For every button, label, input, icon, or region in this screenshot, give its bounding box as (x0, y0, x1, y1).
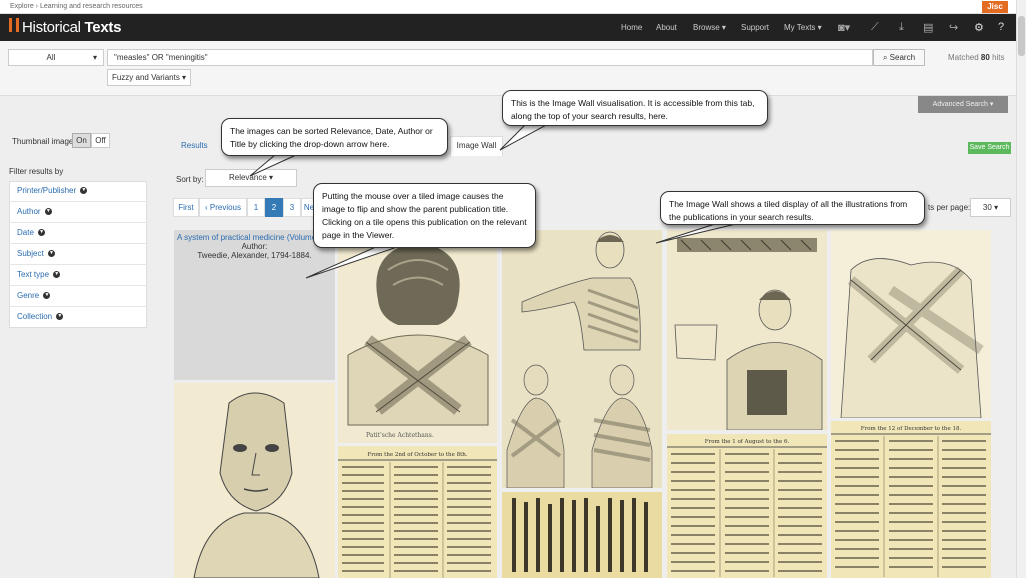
nav-my-texts[interactable]: My Texts ▾ (784, 23, 822, 32)
callout-tiled-display: The Image Wall shows a tiled display of … (660, 191, 925, 225)
download-icon[interactable]: ⤓ (899, 21, 904, 34)
image-tile[interactable] (174, 383, 335, 578)
sort-select[interactable]: Relevance ▾ (205, 169, 297, 187)
chevron-down-icon: ▼ (53, 271, 61, 279)
filter-text-type[interactable]: Text type ▼ (9, 265, 147, 286)
chevron-down-icon: ▼ (43, 292, 51, 300)
engraving-arm-brace (674, 238, 823, 430)
image-tile[interactable] (502, 230, 662, 488)
image-tile[interactable]: From the 1 of August to the 6. (667, 434, 827, 578)
tab-results[interactable]: Results (181, 141, 208, 150)
chevron-down-icon: ▼ (38, 229, 46, 237)
nav-about[interactable]: About (656, 23, 677, 32)
search-icon: ⌕ (882, 53, 890, 62)
ledger-heading: From the 2nd of October to the 8th. (367, 452, 468, 458)
filter-collection[interactable]: Collection ▼ (9, 307, 147, 328)
engraving-back-bandage (347, 242, 489, 426)
search-input[interactable]: "measles" OR "meningitis" (107, 49, 873, 66)
callout-sort: The images can be sorted Relevance, Date… (221, 118, 448, 156)
chevron-down-icon: ▼ (44, 208, 52, 216)
thumbnail-off-toggle[interactable]: Off (91, 133, 110, 148)
thumbnail-on-toggle[interactable]: On (72, 133, 91, 148)
fuzzy-variants-dropdown[interactable]: Fuzzy and Variants ▾ (107, 69, 191, 86)
filter-printer-publisher[interactable]: Printer/Publisher ▼ (9, 181, 147, 202)
image-tile-info[interactable]: A system of practical medicine (Volume 1… (174, 230, 335, 380)
page-3[interactable]: 3 (283, 198, 301, 217)
navbar: Historical Texts Home About Browse ▾ Sup… (0, 14, 1016, 41)
logo-icon (9, 18, 19, 32)
ledger-heading: From the 1 of August to the 6. (704, 439, 790, 445)
page-first[interactable]: First (173, 198, 199, 217)
sort-label: Sort by: (176, 175, 204, 184)
image-tile[interactable]: From the 2nd of October to the 8th. (338, 446, 497, 578)
print-icon[interactable]: ▤ (923, 21, 933, 34)
engraving-bandaged-figures (506, 231, 653, 488)
chevron-down-icon: ▼ (56, 313, 64, 321)
scope-select[interactable]: All ▾ (8, 49, 104, 66)
page-scrollbar[interactable] (1016, 0, 1026, 578)
nav-support[interactable]: Support (741, 23, 769, 32)
filter-date[interactable]: Date ▼ (9, 223, 147, 244)
caret-down-icon: ▾ (92, 53, 97, 62)
ledger-heading: From the 12 of December to the 18. (860, 426, 962, 432)
engraving-shoulder-bandage (840, 258, 984, 418)
image-tile[interactable]: Patit'sche Achtethans. (338, 230, 497, 443)
page-previous[interactable]: ‹ Previous (199, 198, 247, 217)
per-page-label: ts per page: (928, 203, 971, 212)
filter-subject[interactable]: Subject ▼ (9, 244, 147, 265)
matched-count: Matched 80 hits (948, 53, 1005, 62)
save-search-button[interactable]: Save Search (968, 142, 1011, 154)
publication-title-link[interactable]: A system of practical medicine (Volume 1 (177, 233, 332, 242)
caret-down-icon: ▾ (994, 203, 999, 212)
nav-browse[interactable]: Browse ▾ (693, 23, 726, 32)
callout-image-wall-tab: This is the Image Wall visualisation. It… (502, 90, 768, 126)
search-button[interactable]: ⌕ Search (873, 49, 925, 66)
thumbnail-label: Thumbnail images: (12, 137, 80, 146)
tab-image-wall[interactable]: Image Wall (450, 136, 503, 156)
image-tile[interactable] (831, 230, 991, 418)
per-page-select[interactable]: 30 ▾ (970, 198, 1011, 217)
explore-link[interactable]: Explore › Learning and research resource… (10, 3, 143, 10)
chart-icon[interactable]: ⟋ (871, 21, 879, 34)
gear-icon[interactable]: ⚙ (974, 21, 984, 34)
top-strip (0, 0, 1026, 14)
share-icon[interactable]: ↪ (949, 21, 958, 34)
ledger-table (831, 433, 991, 577)
page-1[interactable]: 1 (247, 198, 265, 217)
page-2[interactable]: 2 (265, 198, 283, 217)
chevron-down-icon: ▼ (80, 187, 88, 195)
rotated-print-text (512, 498, 648, 572)
filter-genre[interactable]: Genre ▼ (9, 286, 147, 307)
caret-down-icon: ▾ (269, 173, 274, 182)
author-name: Tweedie, Alexander, 1794-1884. (197, 251, 312, 260)
author-label: Author: (241, 242, 268, 251)
ledger-table (667, 446, 827, 577)
callout-tile-flip: Putting the mouse over a tiled image cau… (313, 183, 536, 248)
jisc-logo[interactable]: Jisc (982, 1, 1008, 13)
advanced-search-button[interactable]: Advanced Search ▾ (918, 96, 1008, 113)
image-tile[interactable]: From the 12 of December to the 18. (831, 421, 991, 578)
ledger-table (338, 459, 497, 578)
engraving-man-portrait (193, 392, 320, 578)
filter-title: Filter results by (9, 167, 64, 176)
filter-author[interactable]: Author ▼ (9, 202, 147, 223)
nav-home[interactable]: Home (621, 23, 642, 32)
image-tile[interactable] (502, 492, 662, 578)
camera-icon[interactable]: ◙▾ (838, 21, 850, 34)
image-tile[interactable] (667, 230, 827, 430)
brand-title[interactable]: Historical Texts (22, 19, 121, 36)
help-icon[interactable]: ? (998, 21, 1004, 33)
chevron-down-icon: ▼ (47, 250, 55, 258)
tile-caption: Patit'sche Achtethans. (366, 432, 434, 439)
